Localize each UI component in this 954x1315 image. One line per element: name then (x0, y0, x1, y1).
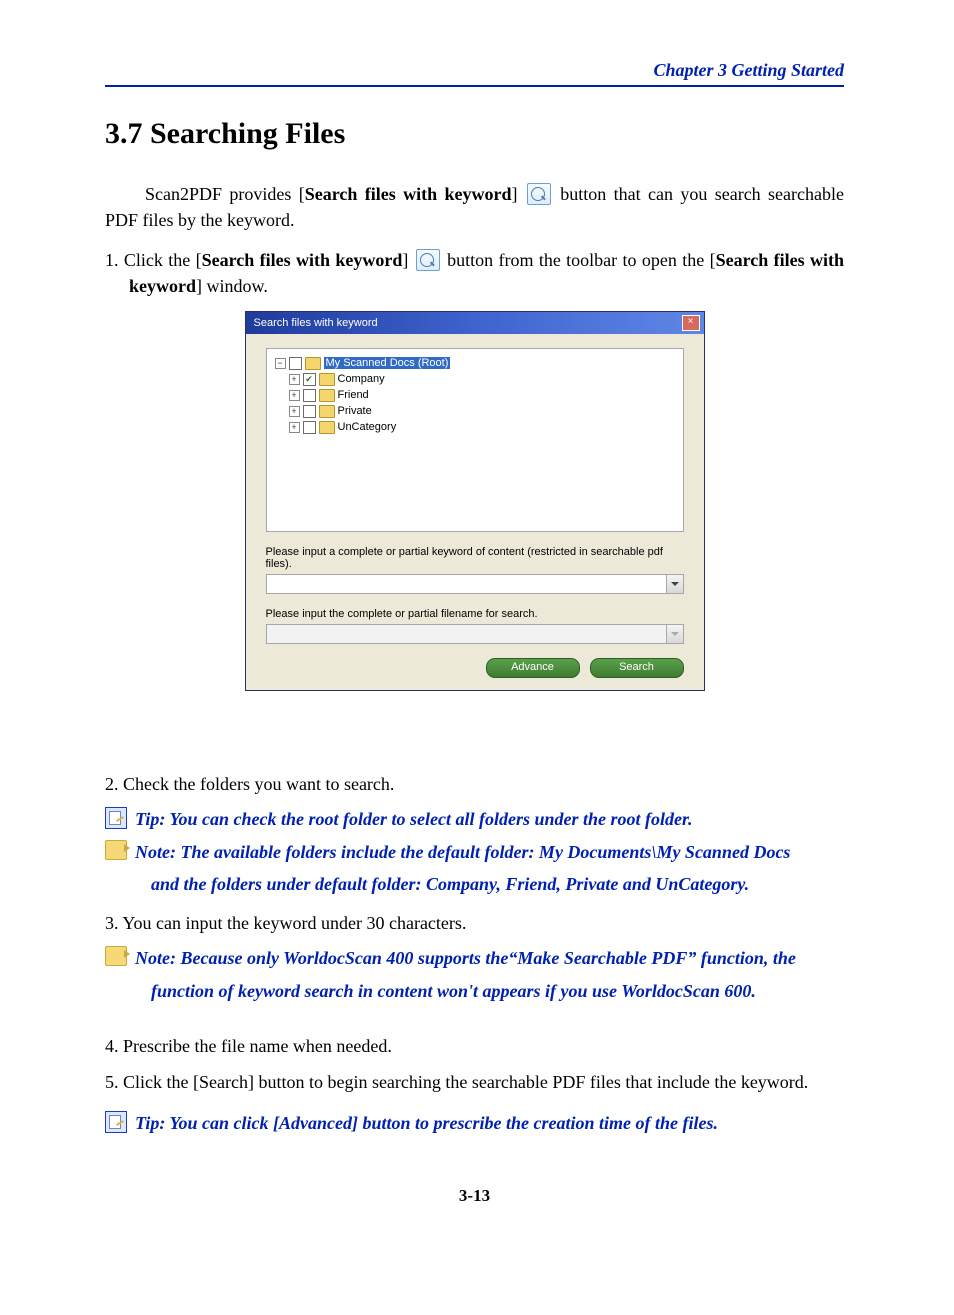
tip-1-text: Tip: You can check the root folder to se… (135, 807, 692, 831)
checkbox[interactable] (303, 405, 316, 418)
step1-mid2: button from the toolbar to open the [ (442, 250, 716, 270)
chevron-down-icon (671, 632, 679, 636)
tree-item-label[interactable]: Friend (338, 389, 369, 401)
checkbox[interactable] (303, 389, 316, 402)
note-icon (105, 840, 127, 860)
folder-icon (319, 373, 335, 386)
tip-2: Tip: You can click [Advanced] button to … (105, 1111, 844, 1135)
chapter-header-text: Chapter 3 Getting Started (653, 60, 844, 80)
tree-root-label[interactable]: My Scanned Docs (Root) (324, 357, 451, 369)
dialog-title: Search files with keyword (254, 317, 378, 329)
folder-icon (305, 357, 321, 370)
advance-button[interactable]: Advance (486, 658, 580, 678)
checkbox[interactable] (303, 421, 316, 434)
step-1: 1. Click the [Search files with keyword]… (105, 247, 844, 299)
checkbox[interactable] (289, 357, 302, 370)
step1-mid1: ] (402, 250, 413, 270)
chevron-down-icon (671, 582, 679, 586)
tree-root-row[interactable]: − My Scanned Docs (Root) (275, 355, 675, 371)
intro-bold: Search files with keyword (305, 184, 512, 204)
dialog-titlebar: Search files with keyword × (246, 312, 704, 334)
intro-t3: ] (512, 184, 525, 204)
note-2-line1: Note: Because only WorldocScan 400 suppo… (135, 946, 796, 970)
filename-field-label: Please input the complete or partial fil… (266, 608, 684, 620)
tree-item-label[interactable]: UnCategory (338, 421, 397, 433)
tree-item[interactable]: + Private (289, 403, 675, 419)
folder-icon (319, 389, 335, 402)
expander-icon[interactable]: + (289, 374, 300, 385)
intro-t1: Scan2PDF provides [ (145, 184, 305, 204)
note-2: Note: Because only WorldocScan 400 suppo… (105, 946, 844, 970)
chapter-header: Chapter 3 Getting Started (105, 60, 844, 87)
keyword-input[interactable] (266, 574, 666, 594)
close-button[interactable]: × (682, 315, 700, 331)
expander-icon[interactable]: + (289, 406, 300, 417)
note-1-line2: and the folders under default folder: Co… (105, 872, 844, 896)
keyword-combo[interactable] (266, 574, 684, 594)
note-icon (105, 946, 127, 966)
note-1: Note: The available folders include the … (105, 840, 844, 864)
note-2-line2: function of keyword search in content wo… (105, 979, 844, 1003)
folder-tree[interactable]: − My Scanned Docs (Root) + Company + (266, 348, 684, 532)
search-button[interactable]: Search (590, 658, 684, 678)
checkbox[interactable] (303, 373, 316, 386)
search-icon (527, 183, 551, 205)
tip-2-text: Tip: You can click [Advanced] button to … (135, 1111, 718, 1135)
filename-combo[interactable] (266, 624, 684, 644)
step1-prefix: 1. Click the [ (105, 250, 202, 270)
folder-icon (319, 405, 335, 418)
step1-suffix: ] window. (196, 276, 268, 296)
tree-item[interactable]: + UnCategory (289, 419, 675, 435)
dialog-screenshot: Search files with keyword × − My Scanned… (245, 311, 705, 691)
tree-item[interactable]: + Company (289, 371, 675, 387)
tree-item-label[interactable]: Private (338, 405, 372, 417)
expander-icon[interactable]: + (289, 422, 300, 433)
tree-item[interactable]: + Friend (289, 387, 675, 403)
tip-1: Tip: You can check the root folder to se… (105, 807, 844, 831)
folder-icon (319, 421, 335, 434)
tip-icon (105, 807, 127, 829)
section-title: 3.7 Searching Files (105, 117, 844, 151)
step-3: 3. You can input the keyword under 30 ch… (105, 910, 844, 936)
search-icon (416, 249, 440, 271)
expander-icon[interactable]: − (275, 358, 286, 369)
step-2: 2. Check the folders you want to search. (105, 771, 844, 797)
keyword-field-label: Please input a complete or partial keywo… (266, 546, 684, 570)
note-1-line1: Note: The available folders include the … (135, 840, 790, 864)
step1-bold1: Search files with keyword (202, 250, 403, 270)
expander-icon[interactable]: + (289, 390, 300, 401)
intro-paragraph: Scan2PDF provides [Search files with key… (105, 181, 844, 233)
step-4: 4. Prescribe the file name when needed. (105, 1033, 844, 1059)
filename-dropdown-button[interactable] (666, 624, 684, 644)
filename-input[interactable] (266, 624, 666, 644)
tree-item-label[interactable]: Company (338, 373, 385, 385)
page-number: 3-13 (105, 1186, 844, 1206)
step-5: 5. Click the [Search] button to begin se… (105, 1069, 844, 1095)
keyword-dropdown-button[interactable] (666, 574, 684, 594)
tip-icon (105, 1111, 127, 1133)
